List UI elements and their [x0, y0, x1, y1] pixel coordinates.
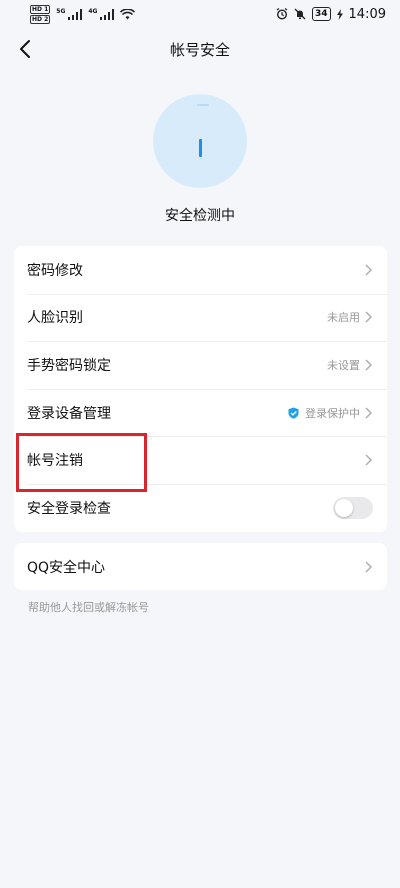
row-label: 帐号注销: [27, 453, 83, 470]
row-qq-security-center[interactable]: QQ安全中心: [14, 543, 387, 590]
row-right: 登录保护中: [288, 405, 373, 421]
row-label: QQ安全中心: [27, 559, 106, 576]
settings-group: 密码修改 人脸识别 未启用 手势密码锁定 未设置 登录设备管理 登录保护中 帐号…: [14, 246, 387, 532]
row-label: 人脸识别: [27, 310, 83, 327]
battery-indicator: 34: [312, 7, 331, 21]
row-right: 未启用: [327, 309, 373, 325]
row-label: 手势密码锁定: [27, 357, 111, 374]
scan-indicator: [199, 139, 202, 157]
security-check-label: 安全检测中: [165, 208, 235, 224]
nav-bar: 帐号安全: [0, 28, 400, 70]
shield-check-icon: [288, 407, 299, 419]
row-value: 未启用: [327, 311, 360, 325]
row-right: [364, 453, 373, 467]
security-check-area: 安全检测中: [0, 94, 400, 225]
row-right: [364, 263, 373, 277]
charging-icon: [336, 8, 343, 20]
status-left: HD 1 HD 2 5G 4G: [30, 4, 136, 24]
hd2-badge: HD 2: [30, 14, 51, 24]
row-password-change[interactable]: 密码修改: [14, 246, 387, 294]
back-arrow-icon: [20, 40, 30, 58]
security-scan-circle: [153, 94, 247, 188]
signal-icon-2: [100, 8, 115, 20]
row-value: 登录保护中: [305, 406, 360, 420]
chevron-right-icon: [365, 311, 373, 323]
page-title: 帐号安全: [169, 40, 230, 59]
chevron-right-icon: [365, 359, 373, 371]
hd1-badge: HD 1: [30, 4, 51, 14]
qq-security-group: QQ安全中心: [14, 543, 387, 590]
row-gesture-lock[interactable]: 手势密码锁定 未设置: [14, 341, 387, 389]
back-button[interactable]: [8, 32, 42, 66]
status-right: 34 14:09: [276, 7, 386, 22]
row-right: 未设置: [327, 357, 373, 373]
row-value: 未设置: [327, 358, 360, 372]
chevron-right-icon: [365, 407, 373, 419]
mute-bell-icon: [294, 8, 306, 20]
chevron-right-icon: [365, 264, 373, 276]
chevron-right-icon: [365, 560, 373, 573]
status-bar: HD 1 HD 2 5G 4G 34 14:09: [0, 0, 400, 28]
qq-security-footnote: 帮助他人找回或解冻帐号: [28, 601, 149, 614]
row-label: 密码修改: [27, 262, 83, 279]
chevron-right-icon: [365, 454, 373, 466]
secure-login-toggle[interactable]: [333, 496, 373, 519]
row-right: [364, 560, 373, 574]
wifi-icon: [120, 8, 136, 19]
row-account-cancellation[interactable]: 帐号注销: [14, 436, 387, 484]
battery-level: 34: [315, 9, 328, 19]
row-face-recognition[interactable]: 人脸识别 未启用: [14, 293, 387, 342]
row-label: 登录设备管理: [27, 405, 111, 422]
row-label: 安全登录检查: [27, 500, 111, 517]
network-type-2: 4G: [88, 7, 98, 15]
row-secure-login-check: 安全登录检查: [14, 483, 387, 532]
network-type-1: 5G: [56, 7, 66, 15]
hd-indicators: HD 1 HD 2: [30, 4, 51, 24]
clock: 14:09: [348, 6, 386, 22]
row-device-management[interactable]: 登录设备管理 登录保护中: [14, 388, 387, 437]
signal-icon: [68, 8, 83, 20]
alarm-icon: [276, 8, 288, 20]
toggle-knob: [335, 498, 353, 517]
scan-arc: [197, 104, 209, 106]
